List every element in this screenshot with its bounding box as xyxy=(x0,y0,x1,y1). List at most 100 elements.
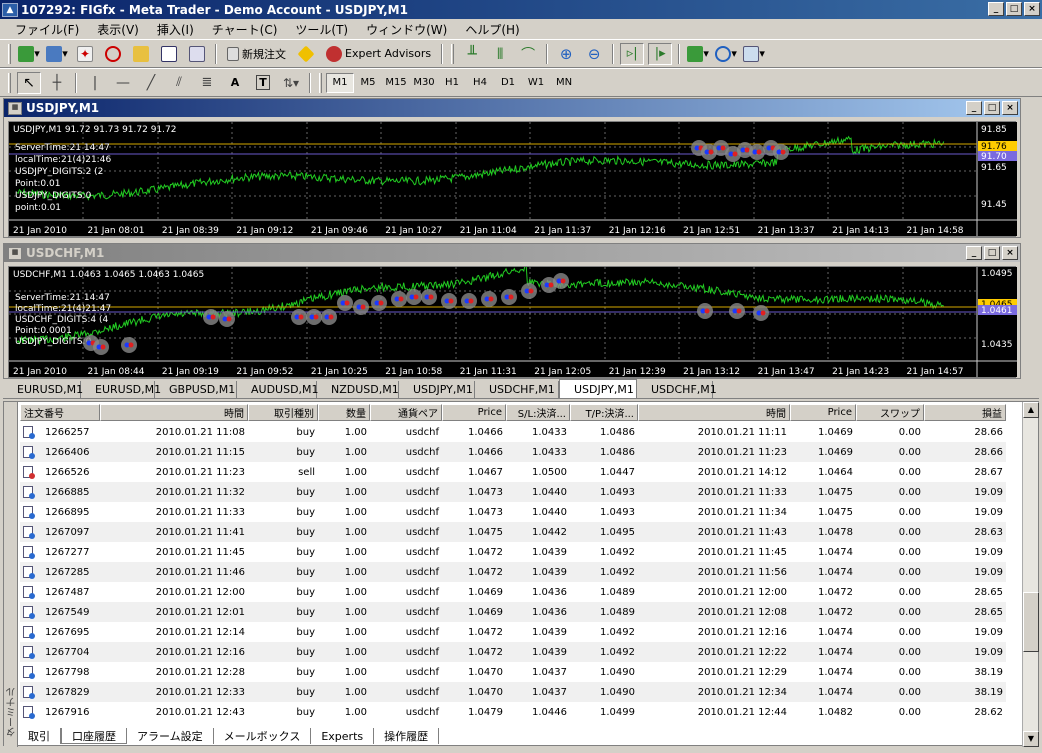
arrows-button[interactable]: ⇅▾ xyxy=(279,72,303,94)
expert-advisors-button[interactable]: Expert Advisors xyxy=(322,43,435,65)
vertical-scrollbar[interactable]: ▲ ▼ xyxy=(1022,402,1039,747)
menu-item[interactable]: ヘルプ(H) xyxy=(456,21,528,38)
terminal-tab[interactable]: アラーム設定 xyxy=(127,728,214,744)
menu-item[interactable]: ツール(T) xyxy=(286,21,357,38)
templates-button[interactable]: ▾ xyxy=(742,43,766,65)
table-row[interactable]: 1267916 2010.01.21 12:43 buy 1.00 usdchf 1.04… xyxy=(20,702,1006,722)
chart-shift-button[interactable]: |▸ xyxy=(648,42,673,65)
table-row[interactable]: 1266885 2010.01.21 11:32 buy 1.00 usdchf 1.04… xyxy=(20,482,1006,502)
column-header[interactable]: スワップ xyxy=(856,404,924,421)
timeframe-m30[interactable]: M30 xyxy=(410,73,438,93)
timeframe-w1[interactable]: W1 xyxy=(522,73,550,93)
terminal-tab[interactable]: 口座履歴 xyxy=(61,728,127,744)
column-header[interactable]: 注文番号 xyxy=(20,404,100,421)
column-header[interactable]: 通貨ペア xyxy=(370,404,442,421)
terminal-tab[interactable]: Experts xyxy=(311,728,375,744)
maximize-button[interactable]: □ xyxy=(1006,2,1022,16)
chart-tab[interactable]: EURUSD,M1 xyxy=(81,381,161,398)
chart-canvas[interactable]: USDCHF,M1 1.0463 1.0465 1.0463 1.0465 Ser… xyxy=(9,264,1017,377)
table-row[interactable]: 1267277 2010.01.21 11:45 buy 1.00 usdchf 1.04… xyxy=(20,542,1006,562)
chart-tab[interactable]: NZDUSD,M1 xyxy=(317,381,399,398)
chart-window-title[interactable]: ▦ USDJPY,M1 _ □ × xyxy=(4,99,1020,117)
text-label-button[interactable]: T xyxy=(251,72,275,94)
line-chart-button[interactable]: ⌒ xyxy=(516,43,540,65)
scroll-up-button[interactable]: ▲ xyxy=(1023,402,1039,418)
chart-window-usdjpy[interactable]: ▦ USDJPY,M1 _ □ × USDJPY,M1 91.72 91.73 … xyxy=(3,98,1021,238)
chart-tab[interactable]: USDJPY,M1 xyxy=(559,379,637,398)
table-row[interactable]: 1267549 2010.01.21 12:01 buy 1.00 usdchf 1.04… xyxy=(20,602,1006,622)
profiles-button[interactable]: ▾ xyxy=(45,43,69,65)
new-order-button[interactable]: 新規注文 xyxy=(223,43,290,65)
column-header[interactable]: 損益 xyxy=(924,404,1006,421)
timeframe-mn[interactable]: MN xyxy=(550,73,578,93)
chart-maximize-button[interactable]: □ xyxy=(984,101,1000,115)
scroll-down-button[interactable]: ▼ xyxy=(1023,731,1039,747)
timeframe-m5[interactable]: M5 xyxy=(354,73,382,93)
terminal-tab[interactable]: 操作履歴 xyxy=(374,728,440,744)
terminal-tab[interactable]: 取引 xyxy=(18,728,61,744)
bar-chart-button[interactable]: ╨ xyxy=(460,43,484,65)
column-header[interactable]: Price xyxy=(442,404,506,421)
chart-minimize-button[interactable]: _ xyxy=(966,246,982,260)
column-header[interactable]: 取引種別 xyxy=(248,404,318,421)
table-row[interactable]: 1267097 2010.01.21 11:41 buy 1.00 usdchf 1.04… xyxy=(20,522,1006,542)
chart-tab[interactable]: AUDUSD,M1 xyxy=(237,381,319,398)
chart-tab[interactable]: USDCHF,M1 xyxy=(637,381,717,398)
zoom-out-button[interactable]: ⊖ xyxy=(582,43,606,65)
tester-button[interactable] xyxy=(185,43,209,65)
chart-canvas[interactable]: USDJPY,M1 91.72 91.73 91.72 91.72 ServerT… xyxy=(9,122,1017,236)
column-header[interactable]: 時間 xyxy=(638,404,790,421)
candlestick-button[interactable]: ⫴ xyxy=(488,43,512,65)
chart-tab[interactable]: USDCHF,M1 xyxy=(475,381,559,398)
table-row[interactable]: 1267487 2010.01.21 12:00 buy 1.00 usdchf 1.04… xyxy=(20,582,1006,602)
column-header[interactable]: S/L:決済... xyxy=(506,404,570,421)
indicators-button[interactable]: ▾ xyxy=(686,43,710,65)
market-watch-button[interactable]: ✦ xyxy=(73,43,97,65)
column-header[interactable]: T/P:決済... xyxy=(570,404,638,421)
close-button[interactable]: × xyxy=(1024,2,1040,16)
chart-close-button[interactable]: × xyxy=(1002,246,1018,260)
table-row[interactable]: 1266526 2010.01.21 11:23 sell 1.00 usdchf 1.0… xyxy=(20,462,1006,482)
terminal-button[interactable] xyxy=(157,43,181,65)
cursor-button[interactable]: ↖ xyxy=(17,71,41,94)
timeframe-m1[interactable]: M1 xyxy=(326,72,354,93)
chart-close-button[interactable]: × xyxy=(1002,101,1018,115)
chart-minimize-button[interactable]: _ xyxy=(966,101,982,115)
menu-item[interactable]: 挿入(I) xyxy=(148,21,203,38)
terminal-tab[interactable]: メールボックス xyxy=(214,728,312,744)
metaeditor-button[interactable] xyxy=(294,43,318,65)
timeframe-h1[interactable]: H1 xyxy=(438,73,466,93)
scroll-thumb[interactable] xyxy=(1023,592,1039,652)
text-tool-button[interactable]: A xyxy=(223,72,247,94)
table-row[interactable]: 1267704 2010.01.21 12:16 buy 1.00 usdchf 1.04… xyxy=(20,642,1006,662)
crosshair-button[interactable]: ┼ xyxy=(45,72,69,94)
chart-window-title[interactable]: ▦ USDCHF,M1 _ □ × xyxy=(4,244,1020,262)
table-row[interactable]: 1267285 2010.01.21 11:46 buy 1.00 usdchf 1.04… xyxy=(20,562,1006,582)
menu-item[interactable]: ウィンドウ(W) xyxy=(357,21,456,38)
menu-item[interactable]: チャート(C) xyxy=(203,21,287,38)
menu-item[interactable]: ファイル(F) xyxy=(6,21,88,38)
chart-tab[interactable]: GBPUSD,M1 xyxy=(155,381,237,398)
timeframe-m15[interactable]: M15 xyxy=(382,73,410,93)
column-header[interactable]: 数量 xyxy=(318,404,370,421)
column-header[interactable]: Price xyxy=(790,404,856,421)
table-row[interactable]: 1267695 2010.01.21 12:14 buy 1.00 usdchf 1.04… xyxy=(20,622,1006,642)
table-row[interactable]: 1267829 2010.01.21 12:33 buy 1.00 usdchf 1.04… xyxy=(20,682,1006,702)
price-chart[interactable]: USDCHF,M1 1.0463 1.0465 1.0463 1.0465 Ser… xyxy=(8,264,1017,378)
equidistant-channel-button[interactable]: ⫽ xyxy=(167,72,191,94)
chart-tab[interactable]: EURUSD,M1 xyxy=(3,381,83,398)
data-window-button[interactable] xyxy=(101,43,125,65)
horizontal-line-button[interactable]: — xyxy=(111,72,135,94)
column-header[interactable]: 時間 xyxy=(100,404,248,421)
chart-tab[interactable]: USDJPY,M1 xyxy=(399,381,475,398)
auto-scroll-button[interactable]: ▹| xyxy=(620,42,645,65)
minimize-button[interactable]: _ xyxy=(988,2,1004,16)
zoom-in-button[interactable]: ⊕ xyxy=(554,43,578,65)
table-row[interactable]: 1266257 2010.01.21 11:08 buy 1.00 usdchf 1.04… xyxy=(20,422,1006,442)
timeframe-d1[interactable]: D1 xyxy=(494,73,522,93)
vertical-line-button[interactable]: | xyxy=(83,72,107,94)
table-row[interactable]: 1266895 2010.01.21 11:33 buy 1.00 usdchf 1.04… xyxy=(20,502,1006,522)
chart-maximize-button[interactable]: □ xyxy=(984,246,1000,260)
trendline-button[interactable]: ╱ xyxy=(139,72,163,94)
table-row[interactable]: 1266406 2010.01.21 11:15 buy 1.00 usdchf 1.04… xyxy=(20,442,1006,462)
